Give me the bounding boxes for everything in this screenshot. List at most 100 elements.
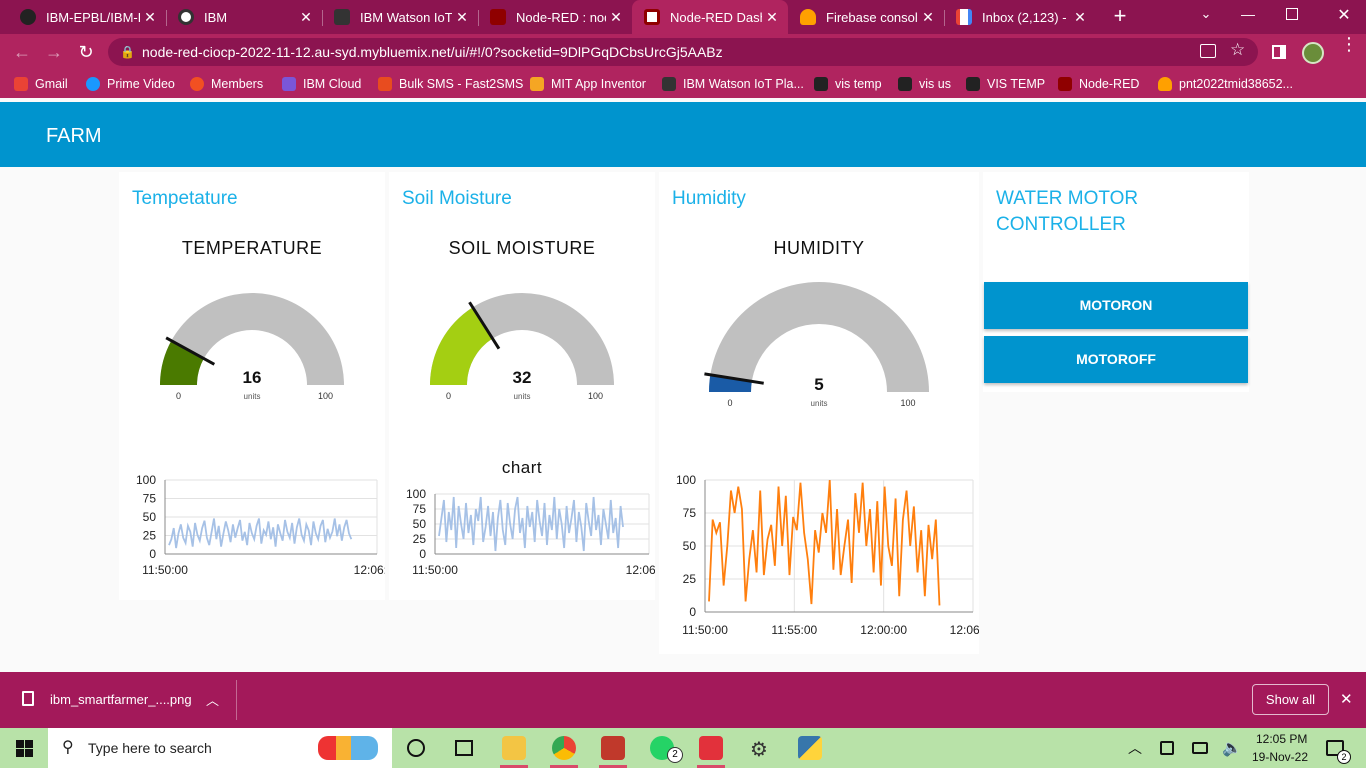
close-icon[interactable]: ✕	[1340, 690, 1353, 708]
browser-tab[interactable]: Node-RED : node ✕	[478, 0, 632, 34]
bookmark-item[interactable]: VIS TEMP	[966, 75, 1045, 93]
w-icon	[966, 77, 980, 91]
chart-label: chart	[501, 458, 543, 477]
group-title: Soil Moisture	[402, 188, 512, 209]
reload-icon[interactable]: ↻	[74, 40, 98, 64]
soil-moisture-gauge: 32 units 0 100	[430, 293, 614, 401]
globe-icon	[178, 9, 194, 25]
tab-title: IBM Watson IoT P	[360, 9, 452, 25]
close-icon[interactable]: ✕	[606, 9, 626, 26]
bookmark-item[interactable]: IBM Cloud	[282, 75, 361, 93]
y-tick-label: 50	[143, 510, 157, 524]
settings-gear-icon[interactable]: ⚙	[750, 737, 768, 762]
temperature-gauge: 16 units 0 100	[160, 293, 344, 401]
bookmark-label: IBM Watson IoT Pla...	[683, 77, 804, 91]
tab-title: IBM	[204, 9, 228, 25]
new-tab-plus-icon[interactable]: +	[1108, 4, 1132, 28]
gauge-title: TEMPERATURE	[181, 238, 323, 258]
browser-tab[interactable]: Firebase console ✕	[788, 0, 944, 34]
bookmark-item[interactable]: Gmail	[14, 75, 68, 93]
gauge-units: units	[514, 392, 531, 401]
close-icon[interactable]: ✕	[918, 9, 938, 26]
tab-title: IBM-EPBL/IBM-Pr	[46, 9, 140, 25]
close-icon[interactable]: ✕	[452, 9, 472, 26]
chevron-up-icon[interactable]: ︿	[206, 690, 219, 709]
y-tick-label: 25	[683, 572, 697, 586]
bookmark-label: MIT App Inventor	[551, 77, 646, 91]
y-tick-label: 100	[406, 487, 426, 501]
close-icon[interactable]: ✕	[296, 9, 316, 26]
gauge-title: SOIL MOISTURE	[448, 238, 596, 258]
bookmark-item[interactable]: Bulk SMS - Fast2SMS	[378, 75, 523, 93]
y-tick-label: 50	[413, 517, 427, 531]
profile-avatar[interactable]	[1302, 42, 1324, 64]
x-tick-label: 12:06:00	[950, 623, 979, 637]
watson-icon	[334, 9, 350, 25]
side-panel-icon[interactable]	[1272, 45, 1286, 59]
gmail-icon	[14, 77, 28, 91]
taskbar-search-box[interactable]: ⚲ Type here to search	[48, 728, 392, 768]
app-icon[interactable]	[601, 736, 625, 760]
widgets-icon[interactable]	[455, 740, 473, 756]
motor-off-button[interactable]: MOTOROFF	[984, 336, 1248, 383]
address-bar[interactable]: 🔒 node-red-ciocp-2022-11-12.au-syd.myblu…	[108, 38, 1258, 66]
search-highlight-icon	[318, 736, 378, 760]
restore-icon[interactable]	[1286, 8, 1298, 20]
browser-tab[interactable]: IBM-EPBL/IBM-Pr ✕	[8, 0, 166, 34]
tab-search-chevron-icon[interactable]: ⌄	[1196, 6, 1216, 26]
minimize-icon[interactable]: —	[1238, 6, 1258, 26]
network-icon[interactable]	[1192, 742, 1208, 754]
bookmark-item[interactable]: vis us	[898, 75, 951, 93]
bookmark-item[interactable]: MIT App Inventor	[530, 75, 646, 93]
search-icon: ⚲	[62, 739, 74, 756]
x-tick-label: 12:06:00	[626, 563, 655, 577]
tab-title: Firebase console	[826, 9, 918, 25]
bookmark-item[interactable]: Node-RED	[1058, 75, 1139, 93]
humidity-chart: 100 75 50 25 0 11:50:00 11:55:00 12:00:00 12:06:…	[676, 473, 979, 637]
gauge-min: 0	[446, 391, 451, 401]
file-explorer-icon[interactable]	[502, 736, 526, 760]
speaker-icon[interactable]: 🔈	[1222, 738, 1242, 758]
task-view-icon[interactable]	[407, 739, 425, 757]
python-icon[interactable]	[798, 736, 822, 760]
browser-tab[interactable]: IBM ✕	[166, 0, 322, 34]
gauge-max: 100	[588, 391, 603, 401]
ibm-cloud-icon	[282, 77, 296, 91]
close-icon[interactable]: ✕	[762, 9, 782, 26]
tab-title: Node-RED : node	[516, 9, 606, 25]
close-icon[interactable]: ✕	[140, 9, 160, 26]
close-icon[interactable]: ✕	[1070, 9, 1090, 26]
chevron-up-icon[interactable]: ︿	[1128, 738, 1142, 758]
windows-start-icon[interactable]	[16, 740, 33, 757]
editor-icon[interactable]	[699, 736, 723, 760]
menu-dots-icon[interactable]: ⋮	[1340, 35, 1358, 53]
motor-on-button[interactable]: MOTORON	[984, 282, 1248, 329]
bookmark-item[interactable]: vis temp	[814, 75, 882, 93]
back-icon[interactable]: ←	[10, 40, 34, 64]
meet-icon[interactable]	[1160, 741, 1174, 755]
download-file-name[interactable]: ibm_smartfarmer_....png	[50, 692, 192, 707]
soil-moisture-chart: 1007550250 11:50:00 12:06:00	[406, 487, 655, 577]
share-icon[interactable]	[1200, 44, 1216, 58]
bookmark-label: Prime Video	[107, 77, 175, 91]
gauge-min: 0	[176, 391, 181, 401]
close-window-icon[interactable]: ✕	[1334, 5, 1354, 25]
series-line	[708, 479, 941, 606]
bookmark-star-icon[interactable]: ☆	[1230, 40, 1245, 60]
gauge-units: units	[244, 392, 261, 401]
bookmark-item[interactable]: IBM Watson IoT Pla...	[662, 75, 804, 93]
bookmark-item[interactable]: Members	[190, 75, 263, 93]
humidity-gauge: 5 units 0 100	[704, 282, 929, 408]
clock-time[interactable]: 12:05 PM	[1256, 732, 1307, 746]
forward-icon[interactable]: →	[42, 40, 66, 64]
browser-tab-active[interactable]: Node-RED Dashb ✕	[632, 0, 788, 34]
chrome-icon[interactable]	[552, 736, 576, 760]
browser-tab[interactable]: Inbox (2,123) - vi ✕	[944, 0, 1096, 34]
fast2sms-icon	[378, 77, 392, 91]
browser-tab[interactable]: IBM Watson IoT P ✕	[322, 0, 478, 34]
show-all-button[interactable]: Show all	[1252, 684, 1329, 715]
clock-date[interactable]: 19-Nov-22	[1252, 750, 1308, 764]
bookmark-item[interactable]: Prime Video	[86, 75, 175, 93]
bookmark-label: Node-RED	[1079, 77, 1140, 91]
bookmark-item[interactable]: pnt2022tmid38652...	[1158, 75, 1293, 93]
